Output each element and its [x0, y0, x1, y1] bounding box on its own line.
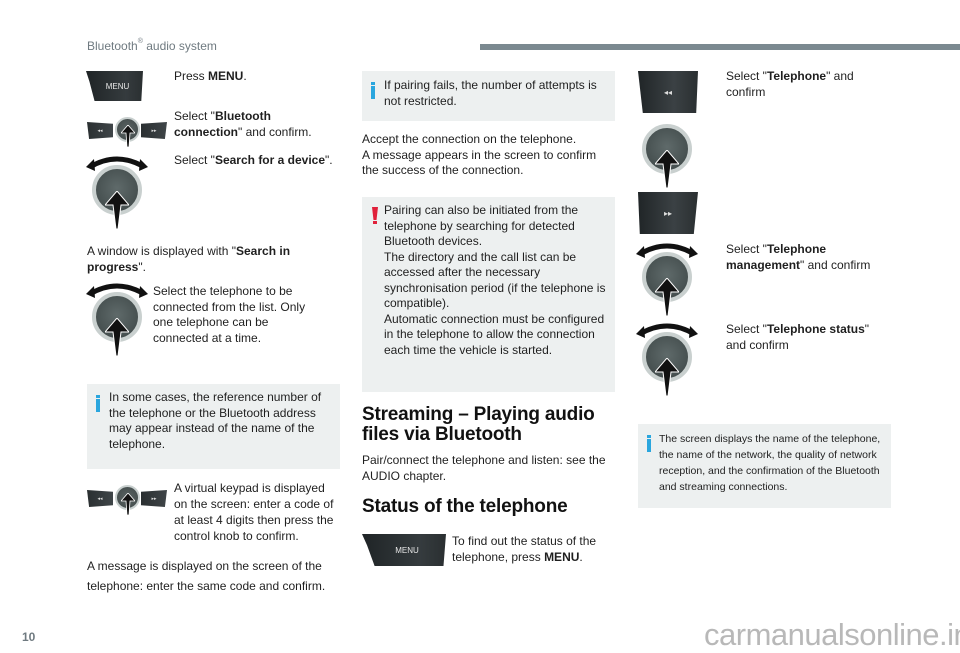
streaming-text: Pair/connect the telephone and listen: s… — [362, 453, 606, 483]
rotary-knob-icon — [636, 320, 698, 396]
accept-connection-text: Accept the connection on the telephone. … — [362, 132, 597, 177]
search-in-progress-text: A window is displayed with "Search in pr… — [87, 244, 291, 274]
knob-press-icon — [636, 116, 698, 192]
rotary-knob-icon — [86, 280, 148, 356]
control-pad-icon: ◂◂ ▸▸ — [87, 485, 167, 515]
info-text: If pairing fails, the number of attempts… — [384, 78, 597, 108]
step-search-device: Select "Search for a device". — [174, 153, 333, 167]
warning-line: Automatic connection must be configured … — [384, 311, 605, 357]
info-text: In some cases, the reference number of t… — [109, 390, 322, 451]
heading-streaming: Streaming – Playing audio files via Blue… — [362, 404, 595, 445]
step-telephone-management: Select "Telephone management" and confir… — [726, 242, 871, 272]
rewind-icon: ◂◂ — [87, 490, 113, 507]
forward-button-icon: ▸▸ — [638, 192, 698, 234]
menu-icon-label: MENU — [105, 81, 130, 91]
rewind-icon: ◂◂ — [87, 122, 113, 139]
forward-icon: ▸▸ — [141, 490, 167, 507]
info-icon — [96, 395, 100, 412]
info-icon — [647, 435, 651, 452]
press-arrow-icon — [655, 358, 679, 396]
control-pad-icon: ◂◂ ▸▸ — [87, 117, 167, 147]
header-title-rest: audio system — [142, 39, 217, 53]
warning-text: Pairing can also be initiated from the t… — [384, 203, 612, 358]
warning-line: Pairing can also be initiated from the t… — [384, 203, 579, 248]
press-arrow-icon — [655, 278, 679, 316]
info-icon — [371, 82, 375, 99]
info-text: The screen displays the name of the tele… — [659, 433, 881, 493]
rotary-knob-icon — [636, 240, 698, 316]
warning-icon — [372, 207, 378, 224]
enter-same-code-text: A message is displayed on the screen of … — [87, 559, 326, 593]
forward-icon: ▸▸ — [141, 122, 167, 139]
info-box-reference-number: In some cases, the reference number of t… — [87, 384, 340, 469]
step-telephone-status: Select "Telephone status" and confirm — [726, 322, 870, 352]
menu-button-icon: MENU — [362, 534, 446, 566]
page-number: 10 — [22, 630, 36, 644]
info-box-screen-displays: The screen displays the name of the tele… — [638, 424, 891, 508]
info-box-pairing-fails: If pairing fails, the number of attempts… — [362, 71, 615, 121]
heading-status: Status of the telephone — [362, 496, 568, 517]
warning-box-pairing: Pairing can also be initiated from the t… — [362, 197, 615, 392]
step-bluetooth-connection: Select "Bluetooth connection" and confir… — [174, 109, 312, 139]
arrow-up-icon — [121, 125, 135, 147]
menu-icon-label: MENU — [395, 545, 419, 555]
running-header: Bluetooth® audio system — [87, 38, 217, 53]
step-select-telephone: Select "Telephone" and confirm — [726, 69, 854, 99]
press-arrow-icon — [105, 318, 129, 356]
arrow-up-icon — [121, 493, 135, 515]
press-arrow-icon — [105, 191, 129, 229]
status-press-menu-text: To find out the status of the telephone,… — [452, 534, 597, 564]
rewind-button-icon: ◂◂ — [638, 71, 698, 113]
rotary-knob-icon — [86, 153, 148, 229]
press-arrow-icon — [655, 150, 679, 188]
header-divider-bar — [480, 44, 960, 50]
header-title-text: Bluetooth — [87, 39, 138, 53]
virtual-keypad-text: A virtual keypad is displayed on the scr… — [174, 481, 334, 543]
step-press-menu: Press MENU. — [174, 69, 247, 83]
menu-button-icon: MENU — [86, 71, 143, 101]
warning-line: The directory and the call list can be a… — [384, 249, 606, 311]
watermark: carmanualsonline.info — [704, 617, 960, 652]
registered-mark: ® — [137, 38, 143, 45]
select-telephone-text: Select the telephone to be connected fro… — [153, 284, 306, 345]
